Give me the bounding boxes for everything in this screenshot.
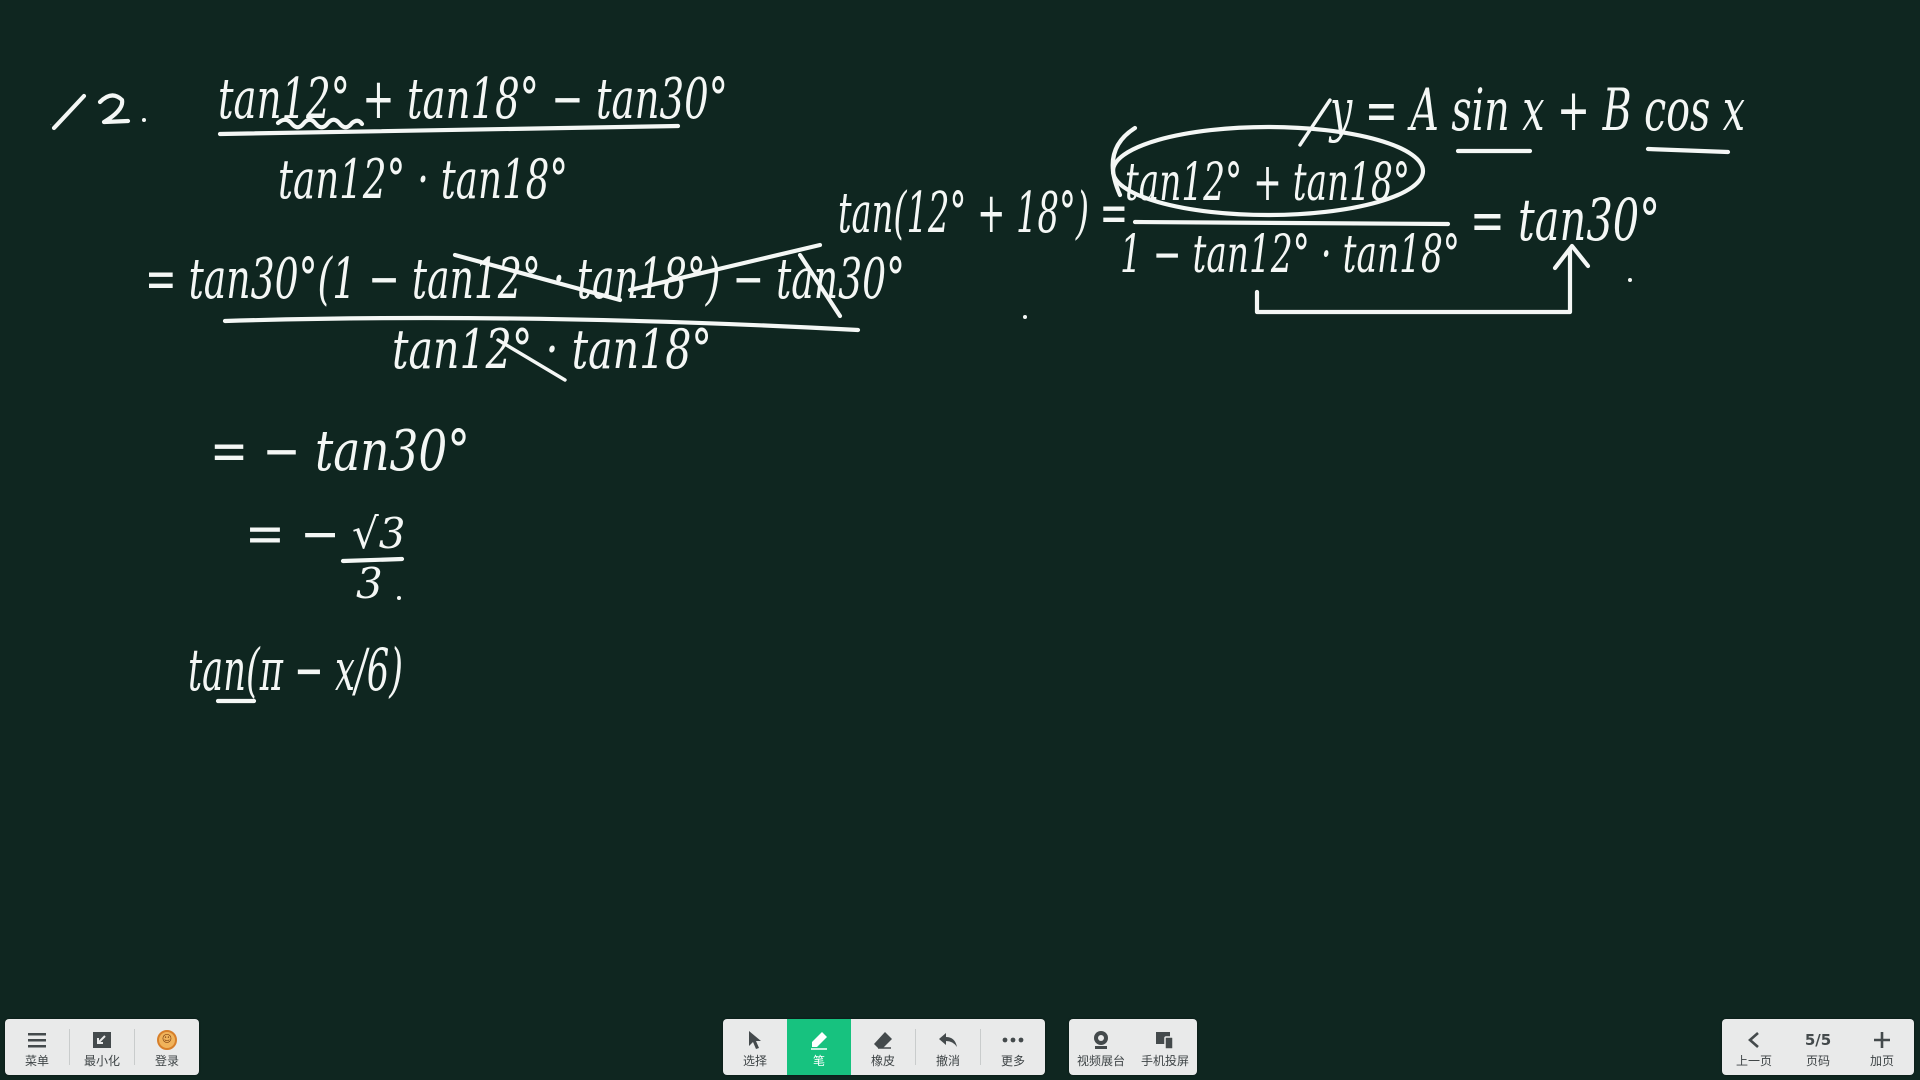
login-label: 登录	[154, 1053, 179, 1068]
eraser-tool-button[interactable]: 橡皮	[851, 1019, 915, 1075]
eraser-tool-label: 橡皮	[870, 1053, 895, 1068]
login-button[interactable]: ☺ 登录	[135, 1019, 199, 1075]
pen-tool-button[interactable]: 笔	[787, 1019, 851, 1075]
step-3-prefix: = −	[245, 502, 340, 565]
page-toolbar: 上一页 5/5 页码 加页	[1722, 1019, 1914, 1075]
identity-denominator: 1 − tan12° · tan18°	[1120, 225, 1460, 285]
minimize-icon	[92, 1027, 112, 1053]
plus-icon	[1873, 1027, 1891, 1053]
phone-projection-button[interactable]: 手机投屏	[1133, 1019, 1197, 1075]
chevron-left-icon	[1747, 1027, 1761, 1053]
problem-number-text: 12.	[50, 124, 52, 126]
handwriting-layer: 12. tan12° + tan18° − tan30° tan12° · ta…	[50, 67, 1745, 704]
select-tool-label: 选择	[742, 1053, 767, 1068]
problem-number: 12.	[50, 93, 146, 131]
step-3-denominator: 3	[356, 559, 383, 608]
undo-icon	[937, 1027, 959, 1053]
step-1: = tan30°(1 − tan12° · tan18°) − tan30° t…	[145, 242, 905, 382]
left-toolbar: 菜单 最小化 ☺ 登录	[5, 1019, 199, 1075]
prev-page-button[interactable]: 上一页	[1722, 1019, 1786, 1075]
step-1-numerator: = tan30°(1 − tan12° · tan18°) − tan30°	[145, 247, 905, 312]
step-2: = − tan30°	[210, 419, 470, 484]
more-label: 更多	[1000, 1053, 1025, 1068]
page-number: 5/5	[1804, 1030, 1832, 1049]
step-4-expression: tan(π − x/6)	[188, 636, 403, 704]
document-camera-button[interactable]: 视频展台	[1069, 1019, 1133, 1075]
avatar: ☺	[157, 1029, 177, 1050]
page-indicator-label: 页码	[1805, 1053, 1830, 1068]
add-page-label: 加页	[1869, 1053, 1894, 1068]
add-page-button[interactable]: 加页	[1850, 1019, 1914, 1075]
media-toolbar: 视频展台 手机投屏	[1069, 1019, 1197, 1075]
pen-icon	[809, 1027, 829, 1053]
fraction-1-denominator: tan12° · tan18°	[278, 148, 568, 211]
fraction-1: tan12° + tan18° − tan30° tan12° · tan18°	[217, 67, 728, 211]
undo-label: 撤消	[935, 1053, 960, 1068]
prev-page-label: 上一页	[1735, 1053, 1772, 1068]
menu-button[interactable]: 菜单	[5, 1019, 69, 1075]
minimize-button[interactable]: 最小化	[70, 1019, 134, 1075]
menu-label: 菜单	[24, 1053, 49, 1068]
camera-icon	[1091, 1027, 1111, 1053]
undo-button[interactable]: 撤消	[916, 1019, 980, 1075]
avatar-icon: ☺	[157, 1027, 177, 1053]
cursor-icon	[747, 1027, 763, 1053]
fraction-1-numerator: tan12° + tan18° − tan30°	[218, 67, 728, 132]
pen-tool-label: 笔	[812, 1053, 825, 1068]
phone-projection-label: 手机投屏	[1140, 1053, 1189, 1068]
identity-result: = tan30°	[1470, 186, 1660, 254]
identity-numerator: tan12° + tan18°	[1125, 153, 1410, 213]
phone-projection-icon	[1155, 1027, 1175, 1053]
eraser-icon	[873, 1027, 893, 1053]
menu-icon	[27, 1027, 47, 1053]
page-indicator[interactable]: 5/5 页码	[1786, 1019, 1850, 1075]
step-3-numerator: √3	[352, 509, 405, 558]
minimize-label: 最小化	[83, 1053, 120, 1068]
drawing-toolbar: 选择 笔 橡皮 撤消 更多	[723, 1019, 1045, 1075]
document-camera-label: 视频展台	[1076, 1053, 1125, 1068]
select-tool-button[interactable]: 选择	[723, 1019, 787, 1075]
step-4: tan(π − x/6)	[188, 636, 403, 704]
whiteboard-canvas[interactable]: 12. tan12° + tan18° − tan30° tan12° · ta…	[0, 0, 1920, 1080]
identity-left: tan(12° + 18°) =	[838, 181, 1128, 246]
step-3: = − √3 3	[245, 502, 405, 608]
identity-block: y = A sin x + B cos x tan(12° + 18°) = t…	[838, 76, 1745, 319]
more-button[interactable]: 更多	[981, 1019, 1045, 1075]
identity-top: y = A sin x + B cos x	[1328, 76, 1745, 144]
more-icon	[1002, 1027, 1024, 1053]
